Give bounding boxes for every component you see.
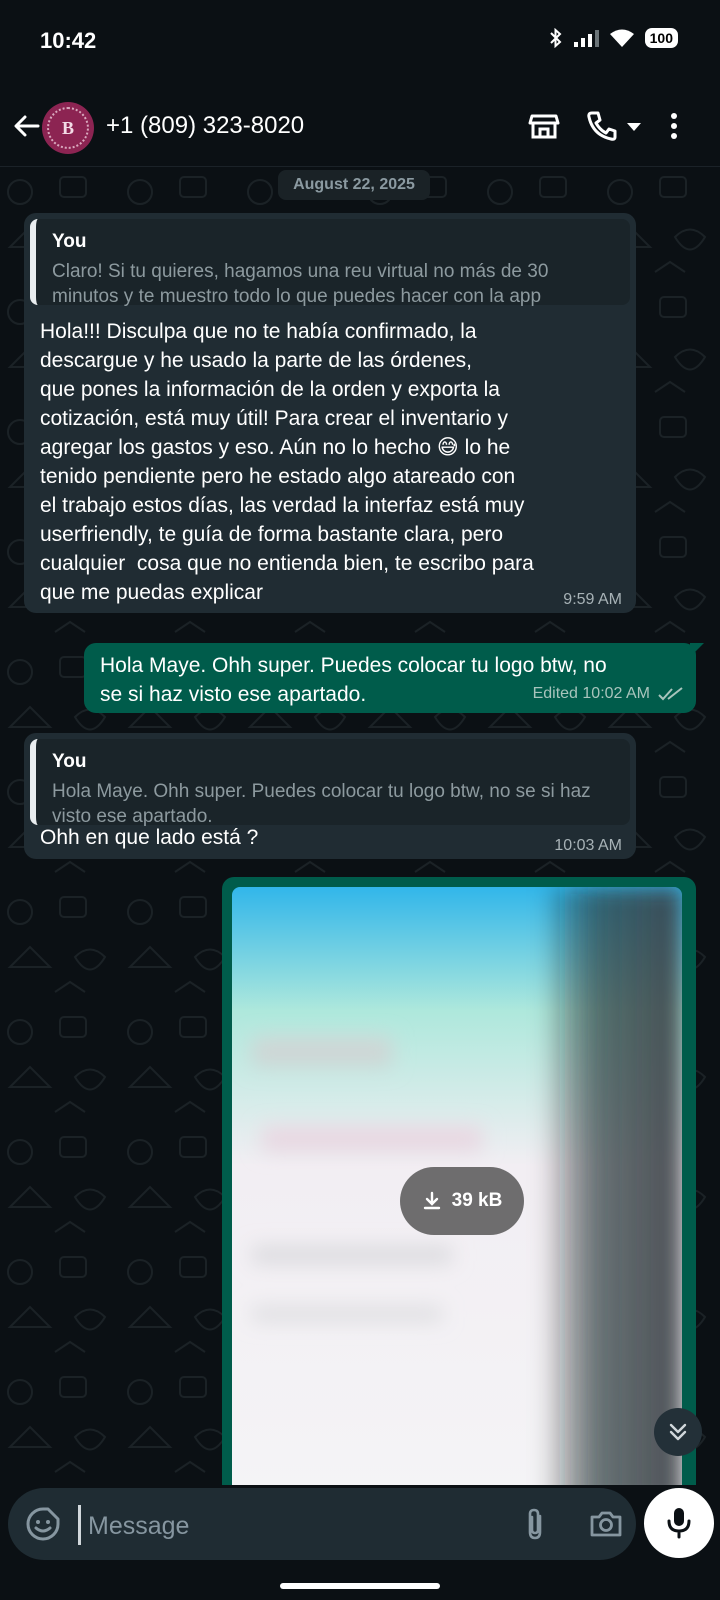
message-bubble-incoming[interactable]: You Claro! Si tu quieres, hagamos una re… (24, 213, 636, 613)
text-caret (78, 1505, 81, 1545)
date-chip: August 22, 2025 (278, 170, 430, 200)
mic-icon (667, 1508, 691, 1539)
signal-icon (573, 30, 599, 47)
bluetooth-icon (549, 28, 562, 48)
quote-author: You (52, 751, 87, 772)
quoted-message[interactable]: You Hola Maye. Ohh super. Puedes colocar… (30, 739, 630, 827)
message-text: Hola!!! Disculpa que no te había confirm… (40, 320, 534, 604)
quote-author: You (52, 231, 87, 252)
quote-text: Claro! Si tu quieres, hagamos una reu vi… (52, 261, 549, 307)
store-icon[interactable] (526, 108, 562, 144)
image-message-outgoing[interactable]: 39 kB (222, 877, 696, 1485)
message-text: Ohh en que lado está ? (40, 826, 259, 849)
message-bubble-incoming[interactable]: You Hola Maye. Ohh super. Puedes colocar… (24, 733, 636, 859)
sticker-smile-icon[interactable] (24, 1505, 62, 1543)
quote-text: Hola Maye. Ohh super. Puedes colocar tu … (52, 781, 591, 827)
scroll-to-bottom-button[interactable] (654, 1408, 702, 1456)
message-bubble-outgoing[interactable]: Hola Maye. Ohh super. Puedes colocar tu … (84, 643, 704, 713)
arrow-left-icon[interactable] (10, 109, 44, 143)
status-bar: 10:42 100 (0, 0, 720, 88)
message-time: Edited 10:02 AM (532, 685, 650, 702)
contact-avatar[interactable]: B (42, 102, 94, 154)
mic-button[interactable] (644, 1488, 714, 1558)
read-ticks-icon (658, 687, 683, 701)
contact-name[interactable]: +1 (809) 323-8020 (106, 112, 304, 140)
download-size: 39 kB (451, 1190, 503, 1211)
chat-header: B +1 (809) 323-8020 (0, 88, 720, 167)
status-icons: 100 (549, 28, 678, 48)
paperclip-icon[interactable] (518, 1506, 554, 1542)
download-button[interactable]: 39 kB (400, 1167, 524, 1235)
status-time: 10:42 (40, 28, 97, 53)
message-time: 9:59 AM (563, 591, 622, 608)
message-time: 10:03 AM (554, 837, 622, 854)
message-input[interactable] (86, 1508, 450, 1544)
battery-indicator: 100 (644, 28, 678, 48)
dropdown-caret-icon[interactable] (622, 108, 646, 144)
download-icon (423, 1191, 440, 1210)
message-composer (8, 1488, 636, 1560)
wifi-icon (609, 29, 634, 47)
phone-icon[interactable] (584, 108, 620, 144)
camera-icon[interactable] (588, 1506, 624, 1542)
more-vert-icon[interactable] (660, 108, 688, 144)
chat-area[interactable]: August 22, 2025 You Claro! Si tu quieres… (0, 167, 720, 1485)
blurred-image-preview[interactable]: 39 kB (232, 887, 682, 1485)
quoted-message[interactable]: You Claro! Si tu quieres, hagamos una re… (30, 219, 630, 307)
bubble-tail (690, 643, 704, 657)
avatar-letter: B (47, 107, 89, 149)
home-indicator[interactable] (280, 1583, 440, 1589)
double-chevron-down-icon (669, 1423, 687, 1441)
